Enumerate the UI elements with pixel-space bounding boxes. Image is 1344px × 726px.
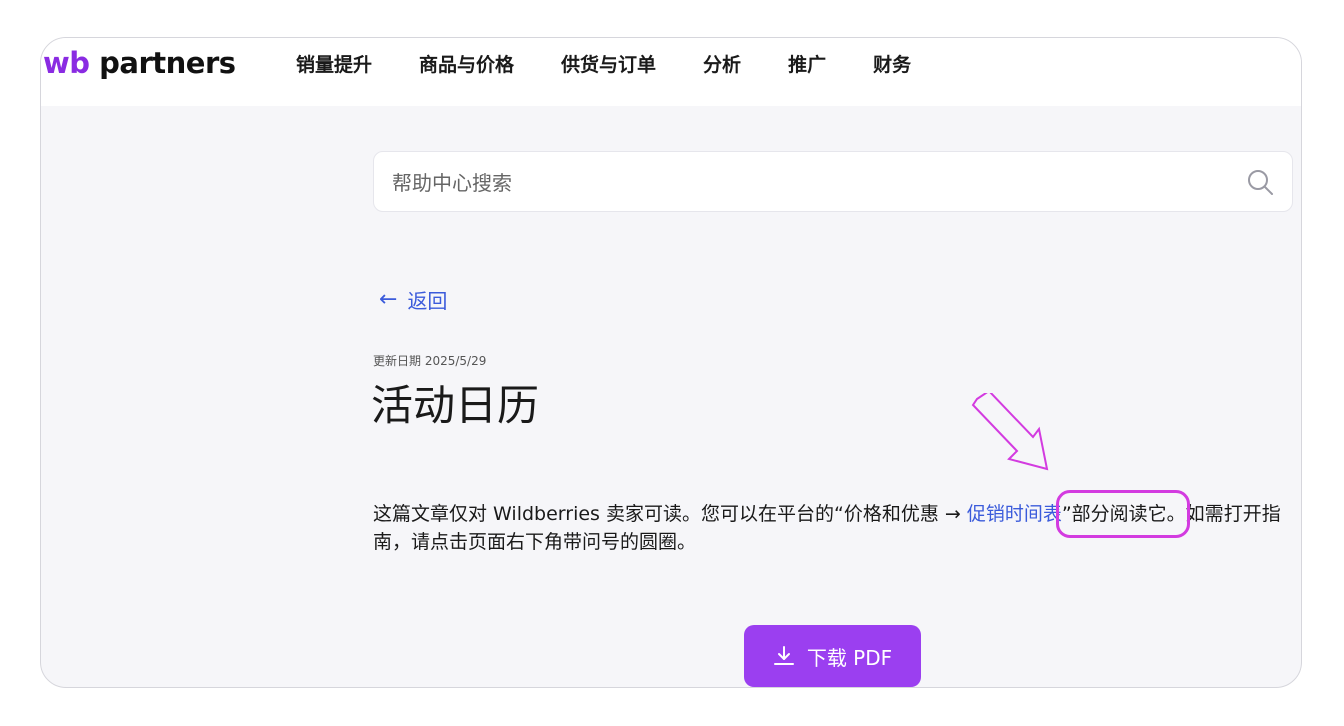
download-label: 下载 PDF	[806, 645, 893, 670]
main-nav: 销量提升 商品与价格 供货与订单 分析 推广 财务	[296, 50, 958, 77]
annotation-arrow-icon	[971, 393, 1049, 471]
nav-item-promotion[interactable]: 推广	[788, 50, 826, 77]
help-search-input[interactable]	[390, 152, 1224, 213]
logo-prefix: wb	[43, 46, 90, 80]
top-bar: wb partners 销量提升 商品与价格 供货与订单 分析 推广 财务	[41, 38, 1301, 106]
app-window: wb partners 销量提升 商品与价格 供货与订单 分析 推广 财务 ← …	[40, 37, 1302, 688]
nav-item-products-prices[interactable]: 商品与价格	[419, 50, 514, 77]
nav-item-finance[interactable]: 财务	[873, 50, 911, 77]
article-body: 这篇文章仅对 Wildberries 卖家可读。您可以在平台的“价格和优惠 → …	[373, 500, 1301, 556]
wb-partners-logo[interactable]: wb partners	[43, 46, 236, 80]
arrow-left-icon: ←	[379, 287, 398, 312]
updated-date: 更新日期 2025/5/29	[373, 354, 487, 368]
search-icon[interactable]	[1246, 168, 1274, 196]
logo-name: partners	[99, 46, 236, 80]
nav-item-analytics[interactable]: 分析	[703, 50, 741, 77]
nav-item-sales-growth[interactable]: 销量提升	[296, 50, 372, 77]
download-pdf-button[interactable]: 下载 PDF	[744, 625, 921, 687]
page-title: 活动日历	[371, 381, 540, 430]
help-search-box	[373, 151, 1293, 213]
download-icon	[773, 646, 794, 665]
body-text-start: 这篇文章仅对 Wildberries 卖家可读。您可以在平台的“价格和优惠 →	[373, 503, 967, 525]
back-link[interactable]: ← 返回	[379, 285, 447, 314]
promo-schedule-link[interactable]: 促销时间表	[967, 503, 1062, 525]
nav-item-supplies-orders[interactable]: 供货与订单	[561, 50, 656, 77]
back-label: 返回	[407, 289, 448, 313]
